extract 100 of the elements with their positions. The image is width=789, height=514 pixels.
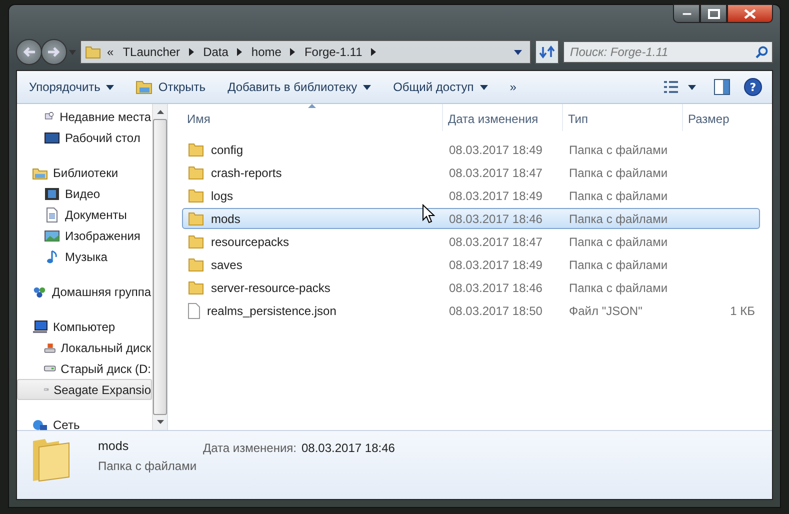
file-row[interactable]: realms_persistence.json 08.03.2017 18:50 Файл "JSON" 1 КБ (182, 300, 760, 321)
close-button[interactable] (727, 4, 773, 23)
sidebar-item[interactable]: Домашняя группа (17, 281, 152, 302)
computer-icon (32, 318, 48, 334)
sidebar-item[interactable]: Недавние места (17, 106, 152, 127)
caret-icon (106, 84, 114, 90)
type-cell: Папка с файлами (569, 258, 668, 272)
size-cell: 1 КБ (730, 304, 755, 318)
chevron-icon[interactable] (290, 48, 296, 56)
chevron-icon[interactable] (237, 48, 242, 56)
scroll-down-icon[interactable] (156, 420, 164, 424)
file-row[interactable]: crash-reports 08.03.2017 18:47 Папка с файлами (182, 162, 760, 183)
sidebar-label: Библиотеки (53, 166, 118, 180)
scroll-up-icon[interactable] (156, 110, 164, 114)
sidebar-label: Сеть (53, 418, 80, 430)
forward-button[interactable] (41, 39, 67, 65)
breadcrumb-overflow[interactable]: « (107, 45, 114, 59)
video-icon (44, 186, 60, 202)
sidebar-label: Домашняя группа (52, 284, 151, 298)
chevron-icon[interactable] (371, 48, 376, 56)
sidebar-item[interactable]: Компьютер (17, 316, 152, 337)
refresh-icon (539, 45, 555, 59)
file-name: logs (211, 188, 234, 202)
date-cell: 08.03.2017 18:46 (449, 212, 542, 226)
folder-icon (188, 280, 204, 294)
menu-button[interactable]: Упорядочить (23, 77, 128, 97)
search-field[interactable]: Поиск: Forge-1.11 (563, 41, 773, 63)
scroll-thumb[interactable] (153, 119, 167, 415)
file-name: server-resource-packs (211, 280, 330, 294)
sidebar-label: Документы (65, 208, 127, 222)
file-name: crash-reports (211, 166, 282, 180)
date-cell: 08.03.2017 18:50 (449, 304, 542, 318)
sidebar-item[interactable]: Рабочий стол (17, 127, 152, 148)
scrollbar[interactable] (152, 104, 167, 430)
file-row[interactable]: saves 08.03.2017 18:49 Папка с файлами (182, 254, 760, 275)
folder-icon (188, 234, 204, 248)
minimize-icon (682, 12, 692, 16)
column-header[interactable]: Тип (563, 104, 683, 131)
address-bar[interactable]: « TLauncher Data home Forge-1.11 (80, 40, 531, 64)
sidebar-item[interactable]: Видео (17, 183, 152, 204)
details-date-label: Дата изменения: (203, 440, 296, 455)
menu-button[interactable]: Общий доступ (387, 77, 502, 97)
sidebar-item[interactable]: Документы (17, 204, 152, 225)
details-date: 08.03.2017 18:46 (302, 440, 395, 455)
folder-icon (188, 258, 204, 272)
file-row[interactable]: config 08.03.2017 18:49 Папка с файлами (182, 139, 760, 160)
column-header[interactable]: Дата изменения (443, 104, 563, 131)
folder-icon (188, 166, 204, 180)
date-cell: 08.03.2017 18:46 (449, 280, 542, 294)
details-name: mods (98, 439, 130, 453)
maximize-button[interactable] (700, 4, 727, 23)
preview-pane-icon (714, 79, 730, 95)
file-name: config (211, 142, 244, 156)
refresh-button[interactable] (535, 40, 559, 64)
help-button[interactable]: ? (744, 78, 762, 96)
open-button[interactable]: Открыть (130, 77, 220, 97)
folder-icon (31, 437, 71, 483)
folder-icon (188, 142, 204, 156)
sidebar-item[interactable]: Изображения (17, 225, 152, 246)
breadcrumb[interactable]: Data (203, 45, 228, 59)
file-name: realms_persistence.json (207, 304, 336, 318)
sidebar-item[interactable]: Библиотеки (17, 162, 152, 183)
sidebar-item[interactable]: Локальный диск (17, 337, 152, 358)
music-icon (44, 248, 60, 264)
minimize-button[interactable] (673, 4, 700, 23)
date-cell: 08.03.2017 18:49 (449, 142, 542, 156)
sidebar-label: Seagate Expansio (54, 382, 151, 396)
sidebar-label: Музыка (65, 250, 108, 264)
column-header[interactable]: Размер (683, 104, 758, 131)
chevron-icon[interactable] (189, 48, 194, 56)
breadcrumb[interactable]: TLauncher (122, 45, 180, 59)
file-row[interactable]: server-resource-packs 08.03.2017 18:46 Папка с файлами (182, 277, 760, 298)
type-cell: Папка с файлами (569, 234, 668, 248)
details-type: Папка с файлами (98, 459, 198, 473)
breadcrumb[interactable]: home (251, 45, 282, 59)
list-view-icon (664, 80, 696, 94)
folder-icon (136, 80, 152, 94)
menu-button[interactable]: Добавить в библиотеку (222, 77, 386, 97)
sidebar-item[interactable]: Seagate Expansio (17, 379, 152, 400)
more-button[interactable]: » (504, 77, 530, 97)
sort-arrow-icon (308, 104, 316, 108)
file-row[interactable]: logs 08.03.2017 18:49 Папка с файлами (182, 185, 760, 206)
file-row[interactable]: mods 08.03.2017 18:46 Папка с файлами (182, 208, 760, 229)
docs-icon (44, 206, 60, 222)
sidebar-item[interactable]: Сеть (17, 414, 152, 430)
date-cell: 08.03.2017 18:47 (449, 166, 542, 180)
sidebar-item[interactable]: Музыка (17, 246, 152, 267)
dropdown-icon[interactable] (514, 50, 522, 54)
sidebar-label: Видео (65, 186, 100, 200)
back-button[interactable] (16, 39, 42, 65)
sidebar-item[interactable]: Старый диск (D: (17, 358, 152, 379)
file-name: mods (211, 212, 240, 226)
forward-arrow-icon (47, 46, 61, 58)
sidebar-label: Изображения (65, 228, 140, 242)
desktop-icon (44, 130, 60, 146)
folder-icon (188, 188, 204, 202)
breadcrumb[interactable]: Forge-1.11 (304, 45, 362, 59)
images-icon (44, 228, 60, 244)
column-header[interactable]: Имя (182, 104, 443, 131)
file-row[interactable]: resourcepacks 08.03.2017 18:47 Папка с файлами (182, 231, 760, 252)
